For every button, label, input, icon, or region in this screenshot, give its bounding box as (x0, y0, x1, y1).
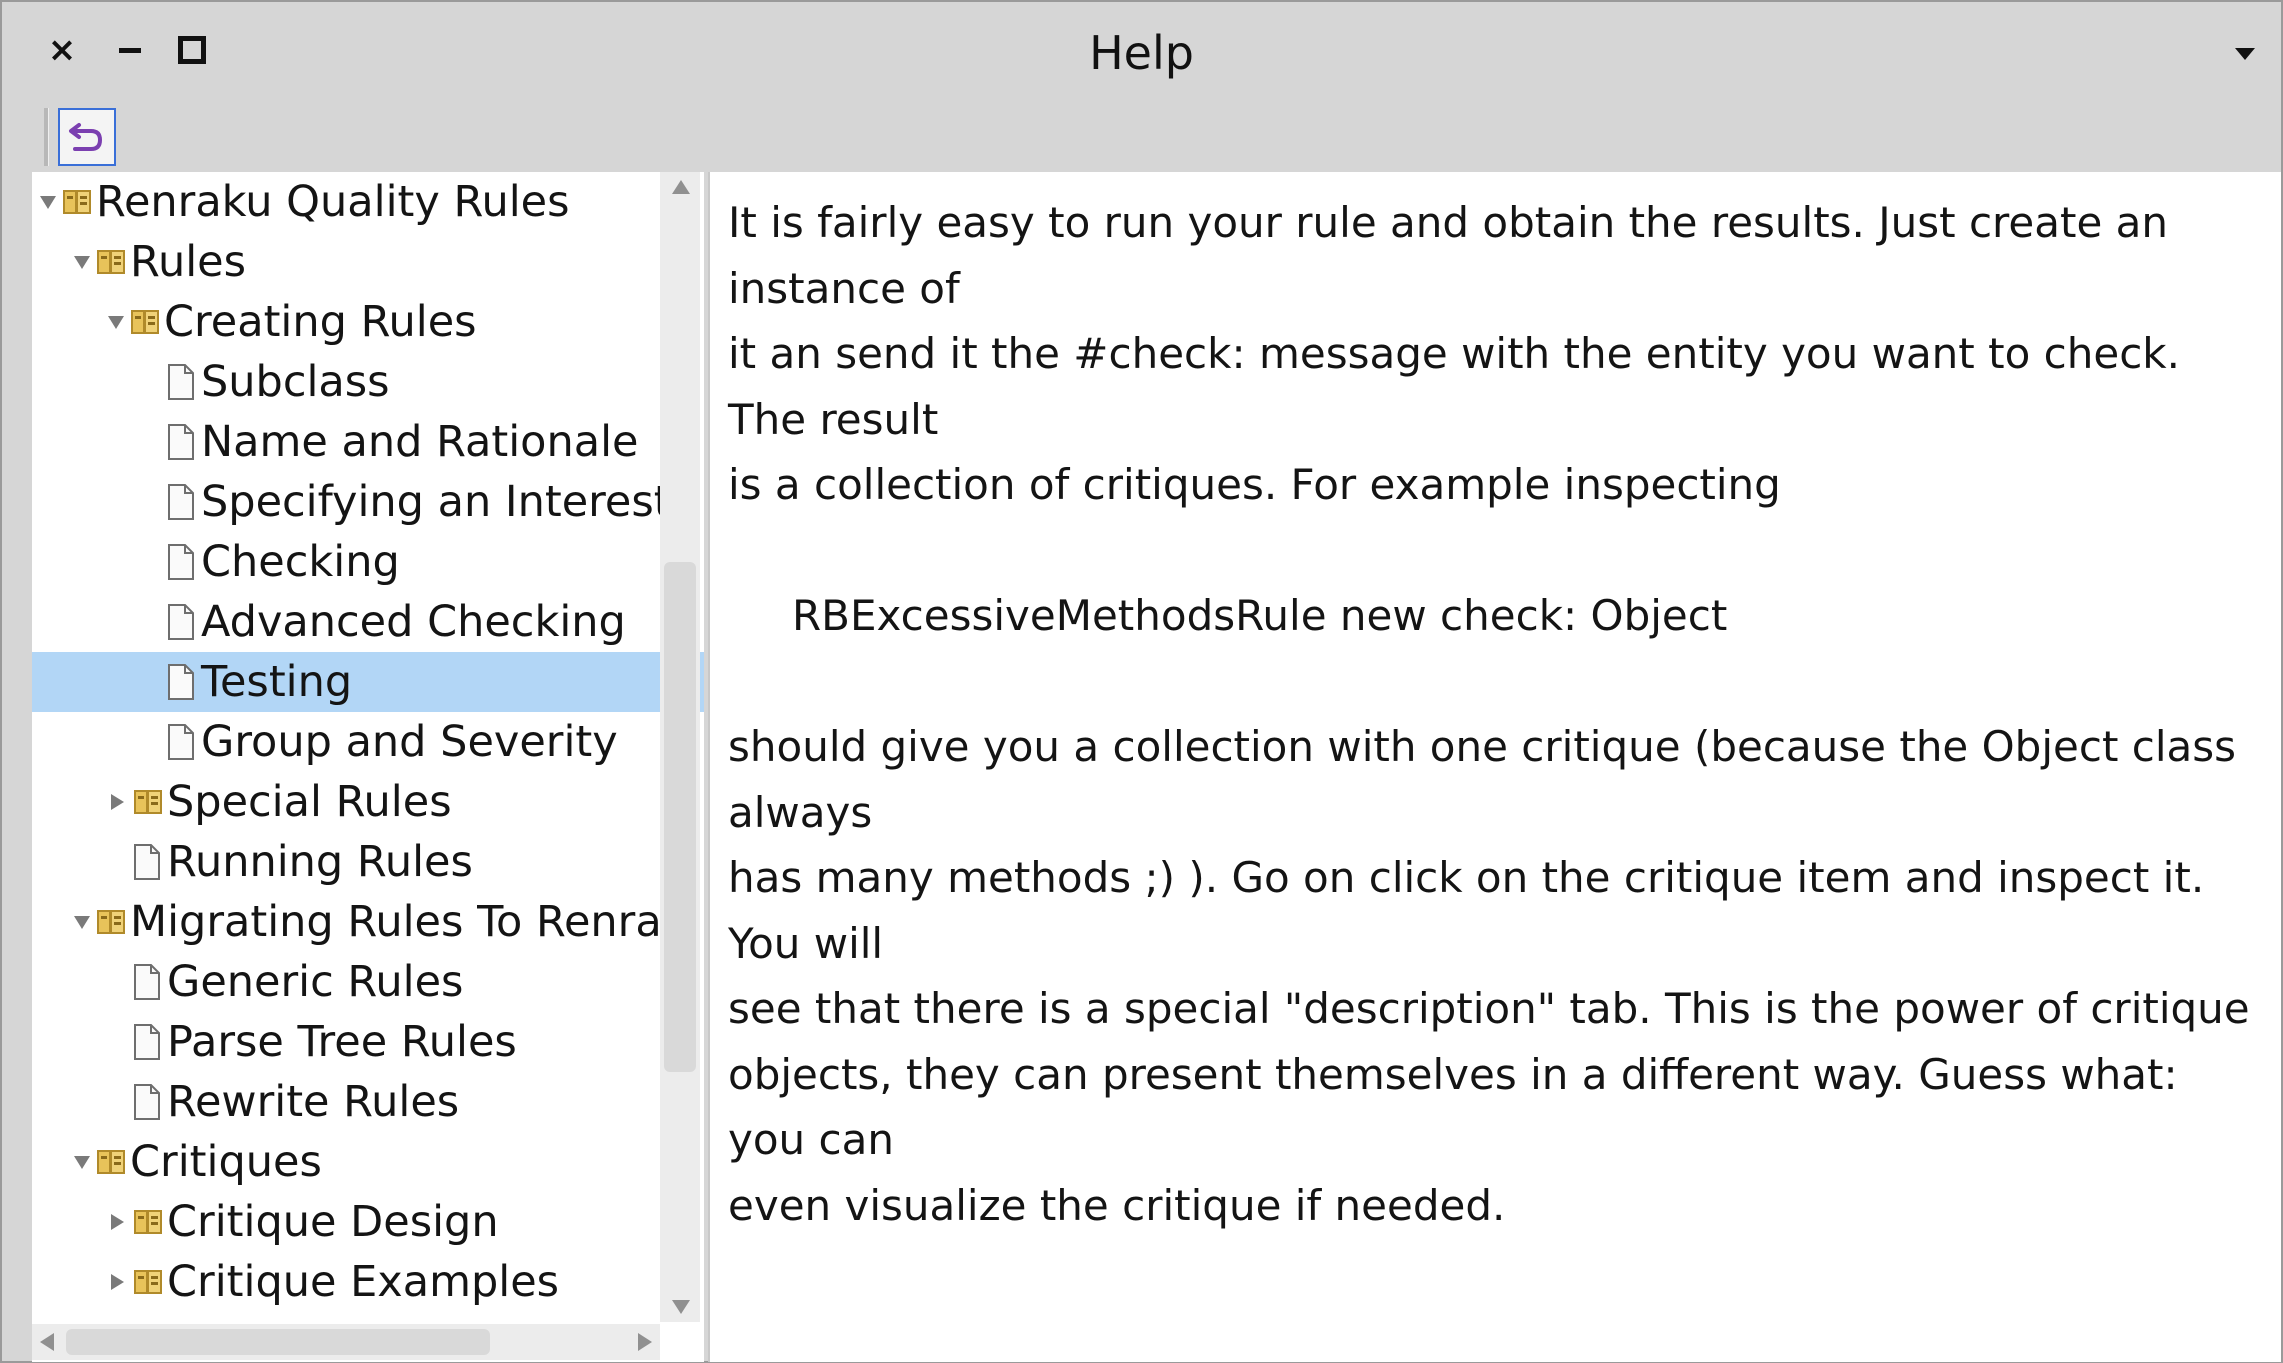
book-icon (134, 1270, 162, 1294)
tree-item[interactable]: Critiques (32, 1132, 702, 1192)
collapsed-arrow-icon[interactable] (111, 1214, 124, 1230)
horizontal-scroll-thumb[interactable] (66, 1329, 490, 1355)
tree-item[interactable]: Special Rules (32, 772, 704, 832)
tree-item-label: Running Rules (167, 837, 473, 887)
book-icon (63, 190, 91, 214)
expanded-arrow-icon[interactable] (74, 915, 90, 929)
content-line: has many methods ;) ). Go on click on th… (728, 853, 2205, 968)
content-line: objects, they can present themselves in … (728, 1049, 2178, 1165)
tree-item[interactable]: Rewrite Rules (32, 1072, 704, 1132)
toolbar-separator (44, 108, 49, 166)
page-icon (168, 484, 194, 520)
tree-item-label: Group and Severity (201, 717, 618, 767)
tree-horizontal-scrollbar[interactable] (32, 1324, 660, 1360)
tree-item-label: Parse Tree Rules (167, 1017, 517, 1067)
tree-item[interactable]: Migrating Rules To Renrak (32, 892, 702, 952)
page-icon (134, 964, 160, 1000)
page-icon (168, 544, 194, 580)
tree-item-label: Renraku Quality Rules (96, 177, 570, 227)
book-icon (97, 250, 125, 274)
back-button[interactable] (58, 108, 116, 166)
tree-item-label: Rewrite Rules (167, 1077, 460, 1127)
scroll-thumb[interactable] (664, 562, 696, 1072)
book-icon (134, 1210, 162, 1234)
scroll-down-arrow-icon[interactable] (672, 1300, 690, 1314)
book-icon (97, 1150, 125, 1174)
tree-item[interactable]: Testing (32, 652, 704, 712)
tree-item[interactable]: Checking (32, 532, 704, 592)
content-line: see that there is a special "description… (728, 984, 2250, 1033)
help-window: × Help Renraku Quality Rules Rules Creatin… (0, 0, 2283, 1363)
content-line: It is fairly easy to run your rule and o… (728, 198, 2168, 313)
tree-item[interactable]: Generic Rules (32, 952, 704, 1012)
tree-item-label: Critique Design (167, 1197, 499, 1247)
scroll-right-arrow-icon[interactable] (638, 1333, 652, 1351)
expanded-arrow-icon[interactable] (40, 195, 56, 209)
tree-item[interactable]: Advanced Checking (32, 592, 704, 652)
title-bar[interactable]: × Help (2, 2, 2281, 102)
content-line: it an send it the #check: message with t… (728, 329, 2180, 444)
tree-item[interactable]: Specifying an Interest (32, 472, 704, 532)
expanded-arrow-icon[interactable] (108, 315, 124, 329)
book-icon (97, 910, 125, 934)
page-icon (168, 664, 194, 700)
tree-item-label: Specifying an Interest (201, 477, 671, 527)
tree-item[interactable]: Running Rules (32, 832, 704, 892)
scroll-left-arrow-icon[interactable] (40, 1333, 54, 1351)
tree-item-label: Special Rules (167, 777, 452, 827)
content-line: should give you a collection with one cr… (728, 722, 2237, 837)
code-example: RBExcessiveMethodsRule new check: Object (792, 591, 1728, 640)
content-line: is a collection of critiques. For exampl… (728, 460, 1781, 509)
page-icon (168, 424, 194, 460)
expanded-arrow-icon[interactable] (74, 255, 90, 269)
collapsed-arrow-icon[interactable] (111, 794, 124, 810)
window-title: Help (1089, 26, 1194, 80)
tree-item[interactable]: Critique Examples (32, 1252, 704, 1312)
tree-item-label: Testing (201, 657, 353, 707)
page-icon (134, 1024, 160, 1060)
expanded-arrow-icon[interactable] (74, 1155, 90, 1169)
collapsed-arrow-icon[interactable] (111, 1274, 124, 1290)
page-icon (134, 844, 160, 880)
tree-item-label: Rules (130, 237, 247, 287)
tree-item-label: Checking (201, 537, 400, 587)
tree-item-label: Creating Rules (164, 297, 477, 347)
tree-item-label: Name and Rationale (201, 417, 639, 467)
tree-item[interactable]: Rules (32, 232, 702, 292)
tree-item-label: Generic Rules (167, 957, 464, 1007)
tree-item[interactable]: Critique Design (32, 1192, 704, 1252)
tree-item[interactable]: Creating Rules (32, 292, 704, 352)
tree-item-label: Subclass (201, 357, 390, 407)
tree-item-label: Critiques (130, 1137, 322, 1187)
tree-item[interactable]: Subclass (32, 352, 704, 412)
book-icon (131, 310, 159, 334)
back-arrow-icon (69, 123, 103, 151)
dropdown-menu-icon[interactable] (2235, 48, 2255, 60)
book-icon (134, 790, 162, 814)
page-icon (168, 604, 194, 640)
tree-item-label: Migrating Rules To Renrak (130, 897, 687, 947)
tree-item[interactable]: Parse Tree Rules (32, 1012, 704, 1072)
topic-tree[interactable]: Renraku Quality Rules Rules Creating Rules… (32, 172, 704, 1362)
tree-item-label: Advanced Checking (201, 597, 626, 647)
page-icon (134, 1084, 160, 1120)
content-line: even visualize the critique if needed. (728, 1180, 1506, 1230)
tree-vertical-scrollbar[interactable] (660, 172, 700, 1322)
tree-item[interactable]: Renraku Quality Rules (32, 172, 668, 232)
tree-item[interactable]: Group and Severity (32, 712, 704, 772)
page-icon (168, 724, 194, 760)
tree-item-label: Critique Examples (167, 1257, 560, 1307)
tree-item[interactable]: Name and Rationale (32, 412, 704, 472)
scroll-up-arrow-icon[interactable] (672, 180, 690, 194)
page-icon (168, 364, 194, 400)
help-content: It is fairly easy to run your rule and o… (708, 172, 2281, 1362)
